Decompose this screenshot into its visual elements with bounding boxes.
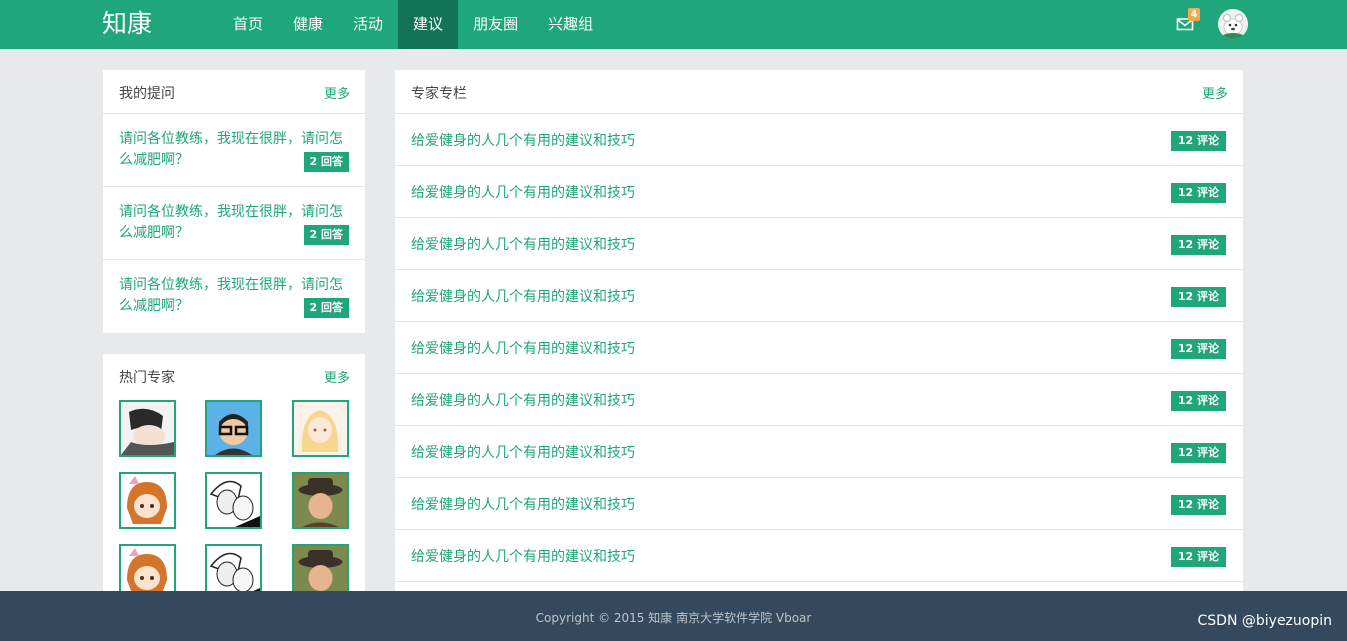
answer-count-badge: 2 回答 [303,152,349,172]
comment-count-badge: 12 评论 [1170,235,1226,255]
more-link[interactable]: 更多 [324,367,350,386]
article-title[interactable]: 给爱健身的人几个有用的建议和技巧 [411,442,635,462]
article-title[interactable]: 给爱健身的人几个有用的建议和技巧 [411,546,635,566]
more-link[interactable]: 更多 [1202,83,1228,102]
question-item[interactable]: 请问各位教练，我现在很胖，请问怎么减肥啊？ 2 回答 [103,260,365,333]
panel-header: 我的提问 更多 [103,70,365,114]
question-item[interactable]: 请问各位教练，我现在很胖，请问怎么减肥啊？ 2 回答 [103,114,365,187]
nav-item-activity[interactable]: 活动 [338,0,398,49]
article-item[interactable]: 给爱健身的人几个有用的建议和技巧 12 评论 [395,530,1243,582]
expert-avatar[interactable] [119,472,176,529]
article-item[interactable]: 给爱健身的人几个有用的建议和技巧 12 评论 [395,478,1243,530]
top-navbar: 知康 首页 健康 活动 建议 朋友圈 兴趣组 4 [0,0,1347,49]
nav-item-health[interactable]: 健康 [278,0,338,49]
footer: Copyright © 2015 知康 南京大学软件学院 Vboar CSDN … [0,591,1347,641]
user-avatar[interactable] [1218,9,1248,39]
panel-title: 热门专家 [119,370,175,386]
expert-avatar[interactable] [205,472,262,529]
expert-avatar[interactable] [205,400,262,457]
nav-item-interest-groups[interactable]: 兴趣组 [533,0,608,49]
article-title[interactable]: 给爱健身的人几个有用的建议和技巧 [411,338,635,358]
article-title[interactable]: 给爱健身的人几个有用的建议和技巧 [411,234,635,254]
comment-count-badge: 12 评论 [1170,391,1226,411]
article-item[interactable]: 给爱健身的人几个有用的建议和技巧 12 评论 [395,114,1243,166]
comment-count-badge: 12 评论 [1170,547,1226,567]
nav-item-advice[interactable]: 建议 [398,0,459,49]
expert-avatar[interactable] [292,472,349,529]
comment-count-badge: 12 评论 [1170,131,1226,151]
article-item[interactable]: 给爱健身的人几个有用的建议和技巧 12 评论 [395,322,1243,374]
comment-count-badge: 12 评论 [1170,339,1226,359]
article-item[interactable]: 给爱健身的人几个有用的建议和技巧 12 评论 [395,426,1243,478]
mail-count-badge: 4 [1188,8,1200,21]
article-title[interactable]: 给爱健身的人几个有用的建议和技巧 [411,130,635,150]
question-item[interactable]: 请问各位教练，我现在很胖，请问怎么减肥啊？ 2 回答 [103,187,365,260]
comment-count-badge: 12 评论 [1170,443,1226,463]
nav-item-friends[interactable]: 朋友圈 [458,0,533,49]
brand-logo[interactable]: 知康 [102,7,152,41]
panel-title: 我的提问 [119,86,175,102]
my-questions-panel: 我的提问 更多 请问各位教练，我现在很胖，请问怎么减肥啊？ 2 回答 请问各位教… [103,70,365,333]
article-item[interactable]: 给爱健身的人几个有用的建议和技巧 12 评论 [395,374,1243,426]
expert-avatar[interactable] [119,400,176,457]
nav-item-home[interactable]: 首页 [218,0,278,49]
more-link[interactable]: 更多 [324,83,350,102]
article-item[interactable]: 给爱健身的人几个有用的建议和技巧 12 评论 [395,166,1243,218]
csdn-watermark: CSDN @biyezuopin [1197,613,1332,629]
comment-count-badge: 12 评论 [1170,495,1226,515]
expert-grid [119,400,349,601]
comment-count-badge: 12 评论 [1170,287,1226,307]
article-title[interactable]: 给爱健身的人几个有用的建议和技巧 [411,286,635,306]
expert-column-panel: 专家专栏 更多 给爱健身的人几个有用的建议和技巧 12 评论 给爱健身的人几个有用… [395,70,1243,600]
expert-avatar[interactable] [292,400,349,457]
panel-header: 专家专栏 更多 [395,70,1243,114]
panel-title: 专家专栏 [411,86,467,102]
article-title[interactable]: 给爱健身的人几个有用的建议和技巧 [411,182,635,202]
copyright-text: Copyright © 2015 知康 南京大学软件学院 Vboar [535,611,812,625]
article-item[interactable]: 给爱健身的人几个有用的建议和技巧 12 评论 [395,270,1243,322]
main-nav: 首页 健康 活动 建议 朋友圈 兴趣组 [218,0,608,49]
article-title[interactable]: 给爱健身的人几个有用的建议和技巧 [411,494,635,514]
answer-count-badge: 2 回答 [303,298,349,318]
hot-experts-panel: 热门专家 更多 [103,354,365,604]
article-item[interactable]: 给爱健身的人几个有用的建议和技巧 12 评论 [395,218,1243,270]
article-title[interactable]: 给爱健身的人几个有用的建议和技巧 [411,390,635,410]
comment-count-badge: 12 评论 [1170,183,1226,203]
answer-count-badge: 2 回答 [303,225,349,245]
panel-header: 热门专家 更多 [103,354,365,398]
